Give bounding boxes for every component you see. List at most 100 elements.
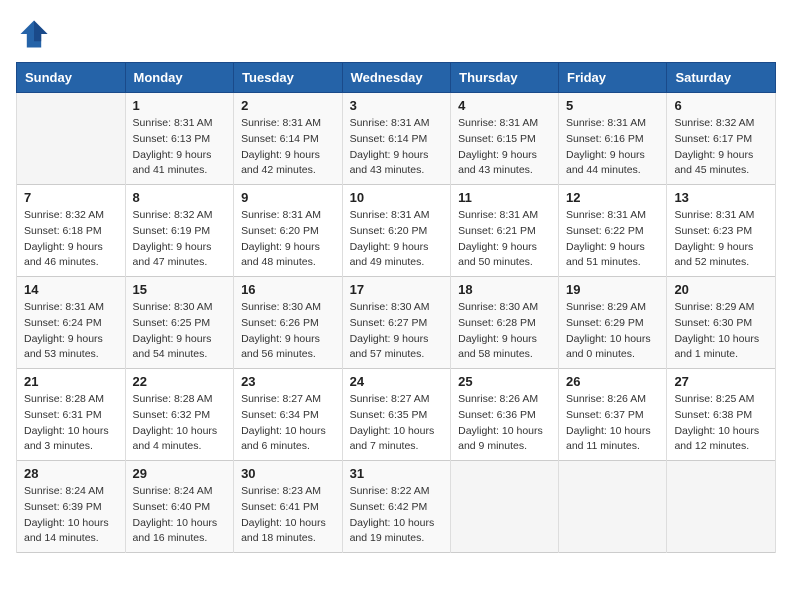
day-info: Sunrise: 8:32 AMSunset: 6:19 PMDaylight:… [133, 208, 227, 271]
calendar-cell: 16Sunrise: 8:30 AMSunset: 6:26 PMDayligh… [234, 277, 343, 369]
calendar-week-4: 21Sunrise: 8:28 AMSunset: 6:31 PMDayligh… [17, 369, 776, 461]
calendar-week-1: 1 Sunrise: 8:31 AMSunset: 6:13 PMDaylight… [17, 93, 776, 185]
day-number: 11 [458, 190, 551, 205]
calendar-week-2: 7 Sunrise: 8:32 AMSunset: 6:18 PMDaylight… [17, 185, 776, 277]
day-number: 21 [24, 374, 118, 389]
logo-icon [16, 16, 52, 52]
calendar-cell: 4 Sunrise: 8:31 AMSunset: 6:15 PMDaylight… [451, 93, 559, 185]
calendar-cell: 28Sunrise: 8:24 AMSunset: 6:39 PMDayligh… [17, 461, 126, 553]
day-number: 6 [674, 98, 768, 113]
calendar-cell [667, 461, 776, 553]
day-info: Sunrise: 8:24 AMSunset: 6:39 PMDaylight:… [24, 484, 118, 547]
day-number: 9 [241, 190, 335, 205]
day-number: 23 [241, 374, 335, 389]
day-number: 26 [566, 374, 659, 389]
day-info: Sunrise: 8:29 AMSunset: 6:30 PMDaylight:… [674, 300, 768, 363]
calendar-week-3: 14 Sunrise: 8:31 AMSunset: 6:24 PMDayligh… [17, 277, 776, 369]
day-info: Sunrise: 8:31 AMSunset: 6:22 PMDaylight:… [566, 208, 659, 271]
calendar-cell: 14 Sunrise: 8:31 AMSunset: 6:24 PMDayligh… [17, 277, 126, 369]
calendar-week-5: 28Sunrise: 8:24 AMSunset: 6:39 PMDayligh… [17, 461, 776, 553]
day-number: 19 [566, 282, 659, 297]
day-info: Sunrise: 8:31 AMSunset: 6:20 PMDaylight:… [350, 208, 444, 271]
calendar-cell: 27 Sunrise: 8:25 AMSunset: 6:38 PMDayligh… [667, 369, 776, 461]
calendar-cell: 5Sunrise: 8:31 AMSunset: 6:16 PMDaylight… [559, 93, 667, 185]
calendar-cell: 2Sunrise: 8:31 AMSunset: 6:14 PMDaylight… [234, 93, 343, 185]
calendar-cell [451, 461, 559, 553]
calendar-cell: 12 Sunrise: 8:31 AMSunset: 6:22 PMDayligh… [559, 185, 667, 277]
column-header-tuesday: Tuesday [234, 63, 343, 93]
calendar-cell: 21Sunrise: 8:28 AMSunset: 6:31 PMDayligh… [17, 369, 126, 461]
day-number: 24 [350, 374, 444, 389]
calendar-cell: 15 Sunrise: 8:30 AMSunset: 6:25 PMDayligh… [125, 277, 234, 369]
day-info: Sunrise: 8:31 AMSunset: 6:15 PMDaylight:… [458, 116, 551, 179]
day-number: 1 [133, 98, 227, 113]
day-info: Sunrise: 8:23 AMSunset: 6:41 PMDaylight:… [241, 484, 335, 547]
day-number: 4 [458, 98, 551, 113]
calendar-cell: 13Sunrise: 8:31 AMSunset: 6:23 PMDayligh… [667, 185, 776, 277]
day-info: Sunrise: 8:31 AMSunset: 6:24 PMDaylight:… [24, 300, 118, 363]
day-number: 8 [133, 190, 227, 205]
calendar-cell: 6 Sunrise: 8:32 AMSunset: 6:17 PMDaylight… [667, 93, 776, 185]
day-info: Sunrise: 8:27 AMSunset: 6:35 PMDaylight:… [350, 392, 444, 455]
day-number: 25 [458, 374, 551, 389]
calendar-cell: 24 Sunrise: 8:27 AMSunset: 6:35 PMDayligh… [342, 369, 451, 461]
day-number: 31 [350, 466, 444, 481]
calendar-cell: 30Sunrise: 8:23 AMSunset: 6:41 PMDayligh… [234, 461, 343, 553]
calendar-cell: 17 Sunrise: 8:30 AMSunset: 6:27 PMDayligh… [342, 277, 451, 369]
calendar-cell [17, 93, 126, 185]
calendar-cell: 3 Sunrise: 8:31 AMSunset: 6:14 PMDaylight… [342, 93, 451, 185]
calendar-cell: 31Sunrise: 8:22 AMSunset: 6:42 PMDayligh… [342, 461, 451, 553]
day-number: 15 [133, 282, 227, 297]
calendar-cell: 26Sunrise: 8:26 AMSunset: 6:37 PMDayligh… [559, 369, 667, 461]
column-header-saturday: Saturday [667, 63, 776, 93]
calendar-cell [559, 461, 667, 553]
calendar-cell: 23 Sunrise: 8:27 AMSunset: 6:34 PMDayligh… [234, 369, 343, 461]
day-info: Sunrise: 8:30 AMSunset: 6:27 PMDaylight:… [350, 300, 444, 363]
calendar-cell: 20 Sunrise: 8:29 AMSunset: 6:30 PMDayligh… [667, 277, 776, 369]
calendar-table: SundayMondayTuesdayWednesdayThursdayFrid… [16, 62, 776, 553]
calendar-cell: 18 Sunrise: 8:30 AMSunset: 6:28 PMDayligh… [451, 277, 559, 369]
page-header [16, 16, 776, 52]
day-info: Sunrise: 8:25 AMSunset: 6:38 PMDaylight:… [674, 392, 768, 455]
column-header-friday: Friday [559, 63, 667, 93]
day-number: 3 [350, 98, 444, 113]
calendar-cell: 19 Sunrise: 8:29 AMSunset: 6:29 PMDayligh… [559, 277, 667, 369]
column-header-monday: Monday [125, 63, 234, 93]
day-info: Sunrise: 8:31 AMSunset: 6:23 PMDaylight:… [674, 208, 768, 271]
day-info: Sunrise: 8:27 AMSunset: 6:34 PMDaylight:… [241, 392, 335, 455]
day-info: Sunrise: 8:30 AMSunset: 6:26 PMDaylight:… [241, 300, 335, 363]
calendar-cell: 8 Sunrise: 8:32 AMSunset: 6:19 PMDaylight… [125, 185, 234, 277]
day-number: 17 [350, 282, 444, 297]
column-header-sunday: Sunday [17, 63, 126, 93]
day-info: Sunrise: 8:24 AMSunset: 6:40 PMDaylight:… [133, 484, 227, 547]
day-info: Sunrise: 8:31 AMSunset: 6:13 PMDaylight:… [133, 116, 227, 179]
day-info: Sunrise: 8:32 AMSunset: 6:17 PMDaylight:… [674, 116, 768, 179]
day-info: Sunrise: 8:31 AMSunset: 6:16 PMDaylight:… [566, 116, 659, 179]
day-number: 7 [24, 190, 118, 205]
day-info: Sunrise: 8:29 AMSunset: 6:29 PMDaylight:… [566, 300, 659, 363]
day-number: 27 [674, 374, 768, 389]
day-number: 22 [133, 374, 227, 389]
column-header-thursday: Thursday [451, 63, 559, 93]
calendar-cell: 29Sunrise: 8:24 AMSunset: 6:40 PMDayligh… [125, 461, 234, 553]
day-info: Sunrise: 8:26 AMSunset: 6:36 PMDaylight:… [458, 392, 551, 455]
day-info: Sunrise: 8:31 AMSunset: 6:20 PMDaylight:… [241, 208, 335, 271]
logo [16, 16, 56, 52]
day-info: Sunrise: 8:30 AMSunset: 6:28 PMDaylight:… [458, 300, 551, 363]
day-number: 10 [350, 190, 444, 205]
day-number: 12 [566, 190, 659, 205]
day-info: Sunrise: 8:30 AMSunset: 6:25 PMDaylight:… [133, 300, 227, 363]
calendar-cell: 11 Sunrise: 8:31 AMSunset: 6:21 PMDayligh… [451, 185, 559, 277]
day-info: Sunrise: 8:31 AMSunset: 6:21 PMDaylight:… [458, 208, 551, 271]
day-number: 20 [674, 282, 768, 297]
column-header-wednesday: Wednesday [342, 63, 451, 93]
day-info: Sunrise: 8:32 AMSunset: 6:18 PMDaylight:… [24, 208, 118, 271]
calendar-cell: 1 Sunrise: 8:31 AMSunset: 6:13 PMDaylight… [125, 93, 234, 185]
day-info: Sunrise: 8:31 AMSunset: 6:14 PMDaylight:… [350, 116, 444, 179]
calendar-cell: 10 Sunrise: 8:31 AMSunset: 6:20 PMDayligh… [342, 185, 451, 277]
day-number: 14 [24, 282, 118, 297]
day-number: 18 [458, 282, 551, 297]
calendar-header-row: SundayMondayTuesdayWednesdayThursdayFrid… [17, 63, 776, 93]
day-info: Sunrise: 8:31 AMSunset: 6:14 PMDaylight:… [241, 116, 335, 179]
calendar-cell: 25 Sunrise: 8:26 AMSunset: 6:36 PMDayligh… [451, 369, 559, 461]
